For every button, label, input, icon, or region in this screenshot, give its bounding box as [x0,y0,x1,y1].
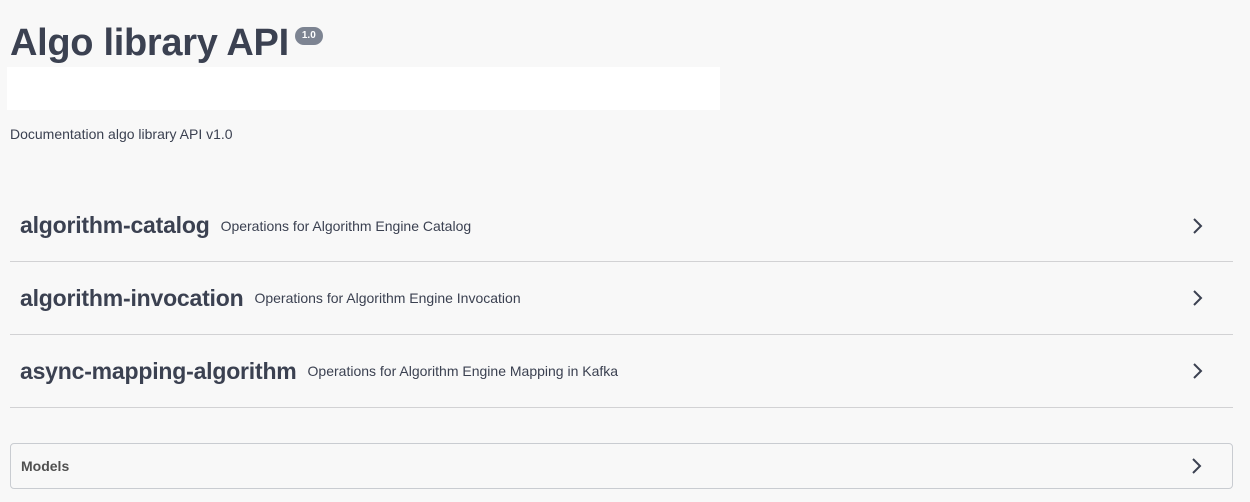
version-badge: 1.0 [294,27,323,45]
models-label[interactable]: Models [21,458,69,474]
models-section[interactable]: Models [10,443,1233,489]
chevron-right-icon[interactable] [1187,288,1207,308]
url-box [7,67,720,110]
tag-description: Operations for Algorithm Engine Catalog [220,217,472,234]
chevron-right-icon[interactable] [1186,456,1206,476]
tag-row-algorithm-invocation[interactable]: algorithm-invocation Operations for Algo… [10,262,1233,335]
swagger-page: Algo library API 1.0 Documentation algo … [0,0,1250,502]
api-description: Documentation algo library API v1.0 [10,126,233,142]
tag-list: algorithm-catalog Operations for Algorit… [10,190,1233,408]
info-section: Algo library API 1.0 [10,20,323,66]
tag-name[interactable]: algorithm-invocation [20,285,244,312]
chevron-right-icon[interactable] [1187,216,1207,236]
chevron-right-icon[interactable] [1187,361,1207,381]
tag-description: Operations for Algorithm Engine Mapping … [307,363,619,379]
tag-row-async-mapping-algorithm[interactable]: async-mapping-algorithm Operations for A… [10,335,1233,408]
title-row: Algo library API 1.0 [10,20,323,66]
api-title: Algo library API [10,22,289,64]
tag-row-algorithm-catalog[interactable]: algorithm-catalog Operations for Algorit… [10,190,1233,262]
tag-name[interactable]: algorithm-catalog [20,212,210,239]
tag-description: Operations for Algorithm Engine Invocati… [254,290,521,306]
tag-name[interactable]: async-mapping-algorithm [20,358,297,385]
